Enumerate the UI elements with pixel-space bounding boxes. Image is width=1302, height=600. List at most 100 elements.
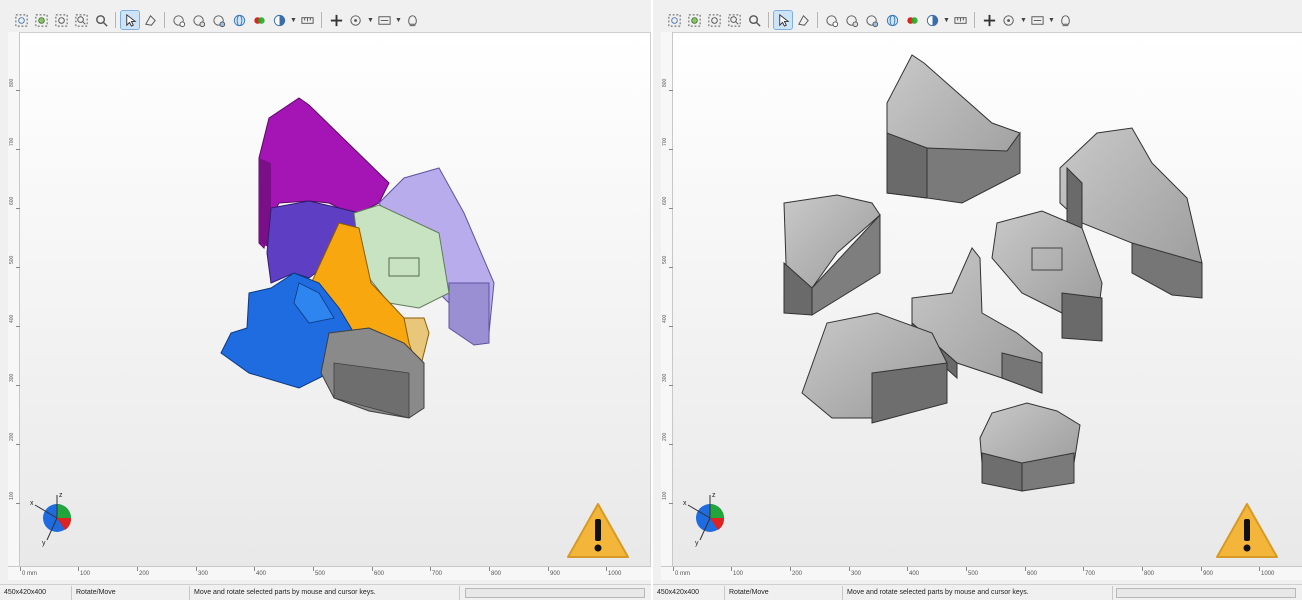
select-lasso-icon[interactable] [141,11,159,29]
warning-icon[interactable] [1214,501,1280,561]
ruler-label: 200 [792,571,803,577]
camera-view-icon[interactable] [1000,11,1018,29]
status-progress-bar [1116,587,1296,598]
color-toggle-icon[interactable] [903,11,921,29]
gray-part [783,194,881,316]
axis-y-label: y [42,540,46,547]
status-bar: 450x420x400 Rotate/Move Move and rotate … [653,584,1302,600]
exploded-parts-model[interactable] [662,33,1302,580]
gray-part [991,210,1103,342]
ruler-label: 0 mm [22,571,37,577]
ruler-label: 0 mm [675,571,690,577]
status-mode: Rotate/Move [72,585,190,600]
status-dimensions: 450x420x400 [653,585,725,600]
zoom-selected-icon[interactable] [32,11,50,29]
view-pan-icon[interactable] [190,11,208,29]
view-globe-icon[interactable] [883,11,901,29]
ruler-label: 800 [1144,571,1155,577]
vertical-ruler: 800 700 600 500 400 300 200 100 [661,32,673,580]
ruler-label: 300 [9,373,15,382]
ruler-label: 100 [80,571,91,577]
toolbar-separator [164,12,165,28]
view-zoom-icon[interactable] [863,11,881,29]
horizontal-ruler: 0 mm 100 200 300 400 500 600 700 800 900… [8,566,651,580]
3d-viewport[interactable]: z x y [8,32,651,580]
ruler-label: 600 [374,571,385,577]
color-toggle-icon[interactable] [250,11,268,29]
ruler-label: 300 [851,571,862,577]
status-dimensions: 450x420x400 [0,585,72,600]
measure-icon[interactable] [298,11,316,29]
add-part-icon[interactable] [327,11,345,29]
chevron-down-icon[interactable]: ▼ [1020,17,1027,24]
ruler-label: 500 [662,255,668,264]
toolbar: ▼ ▼ ▼ [0,8,651,32]
zoom-window-icon[interactable] [725,11,743,29]
ruler-label: 800 [491,571,502,577]
axis-z-label: z [59,492,63,499]
ruler-label: 400 [9,314,15,323]
zoom-all-icon[interactable] [705,11,723,29]
status-hint: Move and rotate selected parts by mouse … [190,585,460,600]
3d-viewport[interactable]: z x y [661,32,1302,580]
ruler-label: 300 [198,571,209,577]
add-part-icon[interactable] [980,11,998,29]
zoom-window-icon[interactable] [72,11,90,29]
zoom-fit-icon[interactable] [12,11,30,29]
ruler-label: 500 [968,571,979,577]
ruler-label: 500 [315,571,326,577]
display-mode-icon[interactable] [1028,11,1046,29]
ruler-label: 100 [733,571,744,577]
toolbar: ▼ ▼ ▼ [653,8,1302,32]
status-progress-bar [465,587,645,598]
chevron-down-icon[interactable]: ▼ [395,17,402,24]
view-globe-icon[interactable] [230,11,248,29]
zoom-fit-icon[interactable] [665,11,683,29]
view-pan-icon[interactable] [843,11,861,29]
measure-icon[interactable] [951,11,969,29]
toolbar-separator [321,12,322,28]
colored-assembly-model[interactable] [9,33,651,580]
render-settings-icon[interactable] [403,11,421,29]
axis-z-label: z [712,492,716,499]
ruler-label: 200 [662,432,668,441]
shading-icon[interactable] [270,11,288,29]
chevron-down-icon[interactable]: ▼ [290,17,297,24]
axis-triad: z x y [30,492,72,547]
ruler-label: 1000 [1261,571,1275,577]
ruler-label: 600 [9,196,15,205]
gray-part [979,402,1081,492]
chevron-down-icon[interactable]: ▼ [1048,17,1055,24]
shading-icon[interactable] [923,11,941,29]
vertical-ruler: 800 700 600 500 400 300 200 100 [8,32,20,580]
magnifier-icon[interactable] [92,11,110,29]
toolbar-separator [817,12,818,28]
camera-view-icon[interactable] [347,11,365,29]
warning-icon[interactable] [565,501,631,561]
ruler-label: 700 [9,137,15,146]
display-mode-icon[interactable] [375,11,393,29]
ruler-label: 700 [432,571,443,577]
ruler-label: 300 [662,373,668,382]
view-rotate-icon[interactable] [823,11,841,29]
horizontal-ruler: 0 mm 100 200 300 400 500 600 700 800 900… [661,566,1302,580]
chevron-down-icon[interactable]: ▼ [943,17,950,24]
chevron-down-icon[interactable]: ▼ [367,17,374,24]
ruler-label: 800 [9,78,15,87]
ruler-label: 600 [662,196,668,205]
zoom-selected-icon[interactable] [685,11,703,29]
view-rotate-icon[interactable] [170,11,188,29]
select-arrow-icon[interactable] [120,10,140,30]
magnifier-icon[interactable] [745,11,763,29]
select-arrow-icon[interactable] [773,10,793,30]
view-zoom-icon[interactable] [210,11,228,29]
render-settings-icon[interactable] [1056,11,1074,29]
zoom-all-icon[interactable] [52,11,70,29]
toolbar-separator [115,12,116,28]
ruler-label: 600 [1027,571,1038,577]
ruler-label: 1000 [608,571,622,577]
select-lasso-icon[interactable] [794,11,812,29]
left-pane: ▼ ▼ ▼ z x y 800 700 600 500 400 300 200 … [0,0,651,600]
status-mode: Rotate/Move [725,585,843,600]
axis-x-label: x [683,500,687,507]
